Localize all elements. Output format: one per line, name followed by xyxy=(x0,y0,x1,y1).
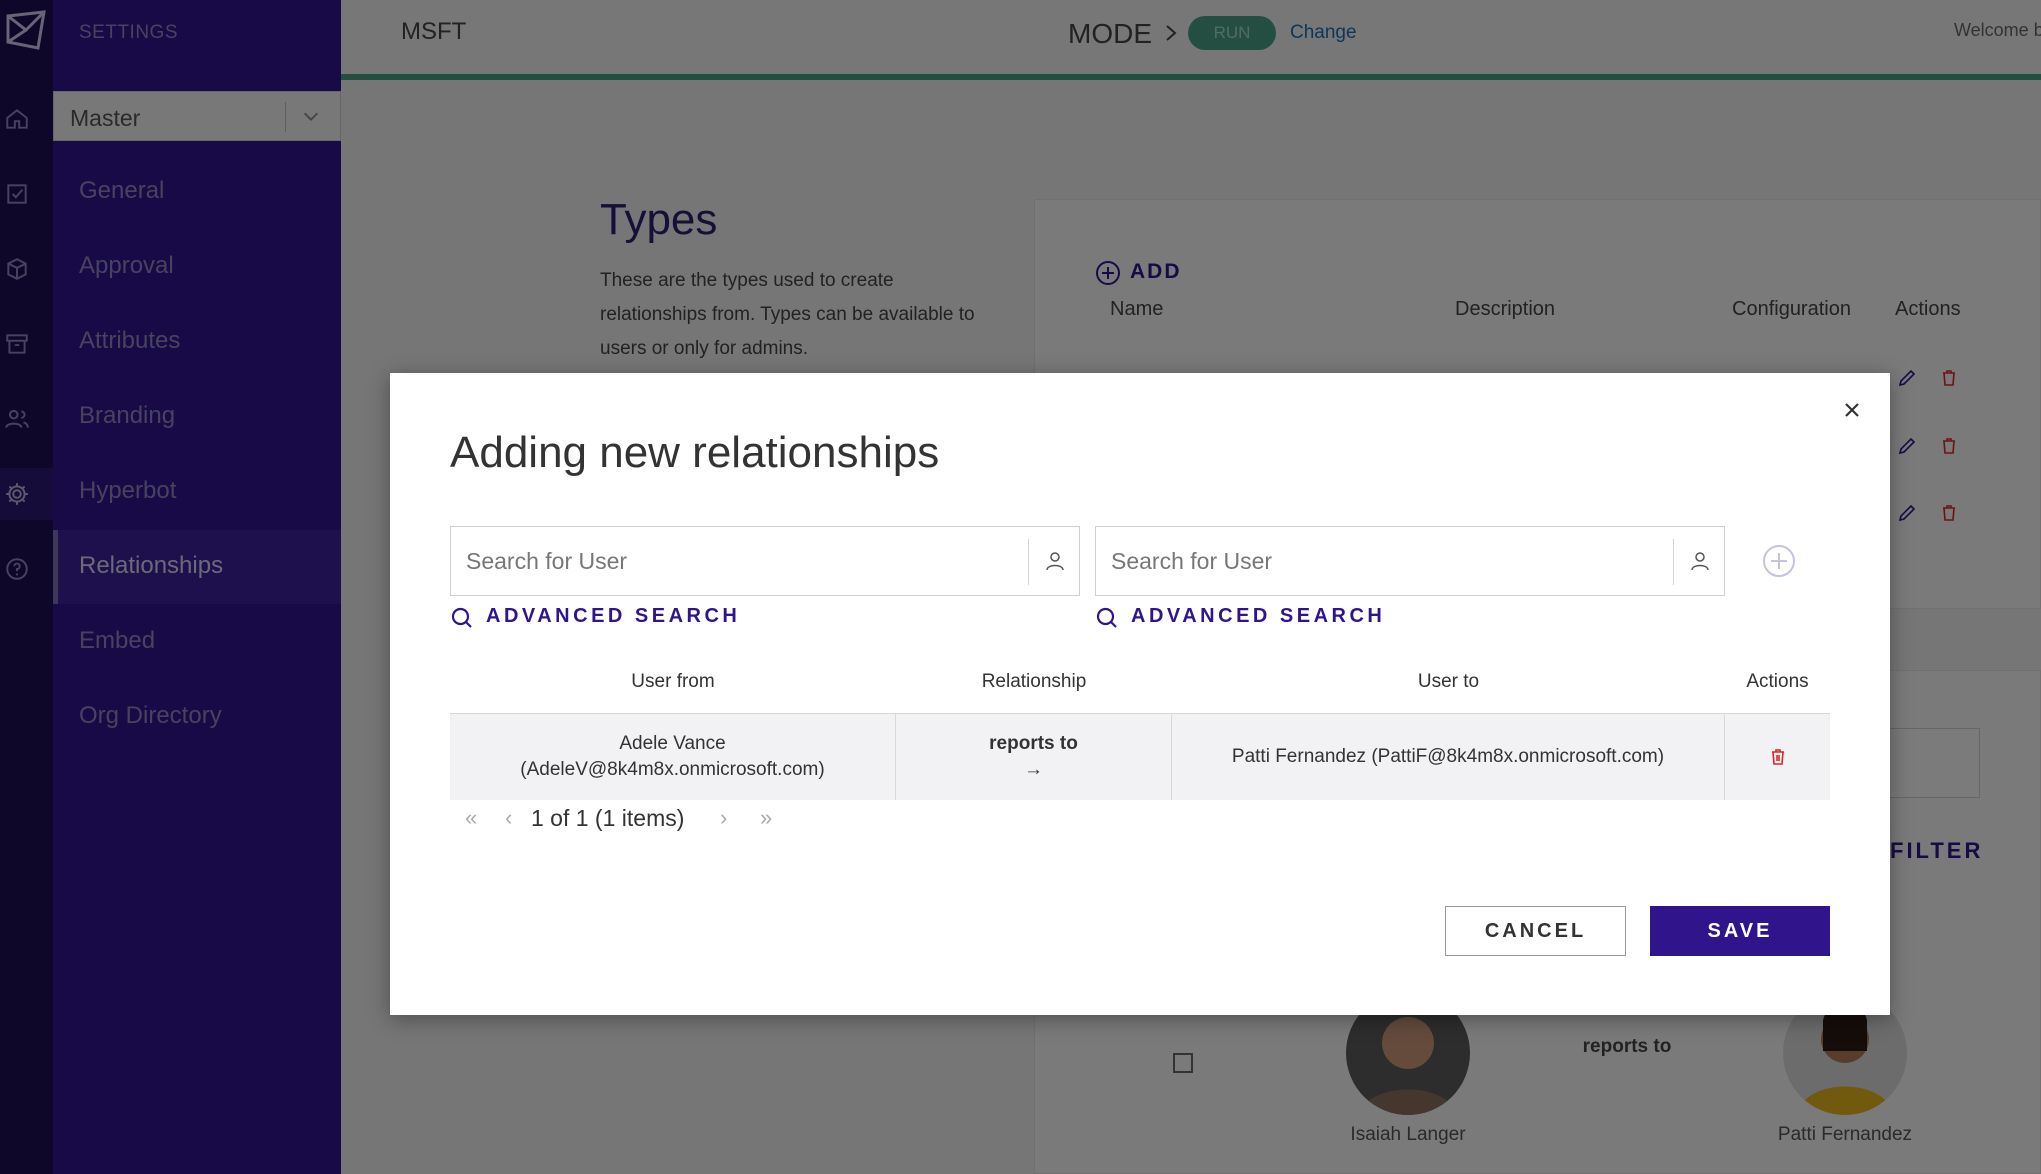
search-icon xyxy=(1096,607,1117,628)
table-row: Adele Vance (AdeleV@8k4m8x.onmicrosoft.c… xyxy=(450,714,1830,800)
cell-actions xyxy=(1725,714,1830,800)
user-icon[interactable] xyxy=(1688,549,1712,573)
close-icon[interactable] xyxy=(1840,398,1864,422)
user-to-value: Patti Fernandez (PattiF@8k4m8x.onmicroso… xyxy=(1231,746,1665,767)
search-user-to-input[interactable] xyxy=(1097,528,1667,594)
user-from-name: Adele Vance xyxy=(619,733,726,754)
col-relationship: Relationship xyxy=(981,671,1087,692)
trash-icon[interactable] xyxy=(1768,747,1788,767)
search-divider xyxy=(1673,539,1674,585)
last-page-button[interactable]: » xyxy=(760,805,772,831)
search-icon xyxy=(451,607,472,628)
search-divider xyxy=(1028,539,1029,585)
add-relationships-dialog: Adding new relationships ADVANCED SEARCH… xyxy=(390,373,1890,1015)
search-user-from-input[interactable] xyxy=(452,528,1022,594)
arrow-right-icon: → xyxy=(1024,759,1043,780)
advanced-search-label: ADVANCED SEARCH xyxy=(1131,605,1386,627)
cell-user-to: Patti Fernandez (PattiF@8k4m8x.onmicroso… xyxy=(1172,714,1725,800)
advanced-search-label: ADVANCED SEARCH xyxy=(486,605,741,627)
user-icon[interactable] xyxy=(1043,549,1067,573)
pagination-status: 1 of 1 (1 items) xyxy=(531,805,685,831)
search-user-to xyxy=(1095,526,1725,596)
prev-page-button[interactable]: ‹ xyxy=(505,805,512,831)
relationship-label: reports to xyxy=(989,733,1078,754)
col-user-from: User from xyxy=(631,671,715,692)
cell-relationship: reports to → xyxy=(896,714,1172,800)
cancel-button[interactable]: CANCEL xyxy=(1445,906,1626,956)
col-actions: Actions xyxy=(1746,671,1809,692)
next-page-button[interactable]: › xyxy=(720,805,727,831)
first-page-button[interactable]: « xyxy=(465,805,477,831)
col-user-to: User to xyxy=(1417,671,1480,692)
user-from-email: (AdeleV@8k4m8x.onmicrosoft.com) xyxy=(520,759,825,780)
cell-user-from: Adele Vance (AdeleV@8k4m8x.onmicrosoft.c… xyxy=(450,714,896,800)
dialog-title: Adding new relationships xyxy=(450,428,940,477)
search-user-from xyxy=(450,526,1080,596)
save-button[interactable]: SAVE xyxy=(1650,906,1830,956)
add-relationship-icon[interactable] xyxy=(1761,543,1797,579)
